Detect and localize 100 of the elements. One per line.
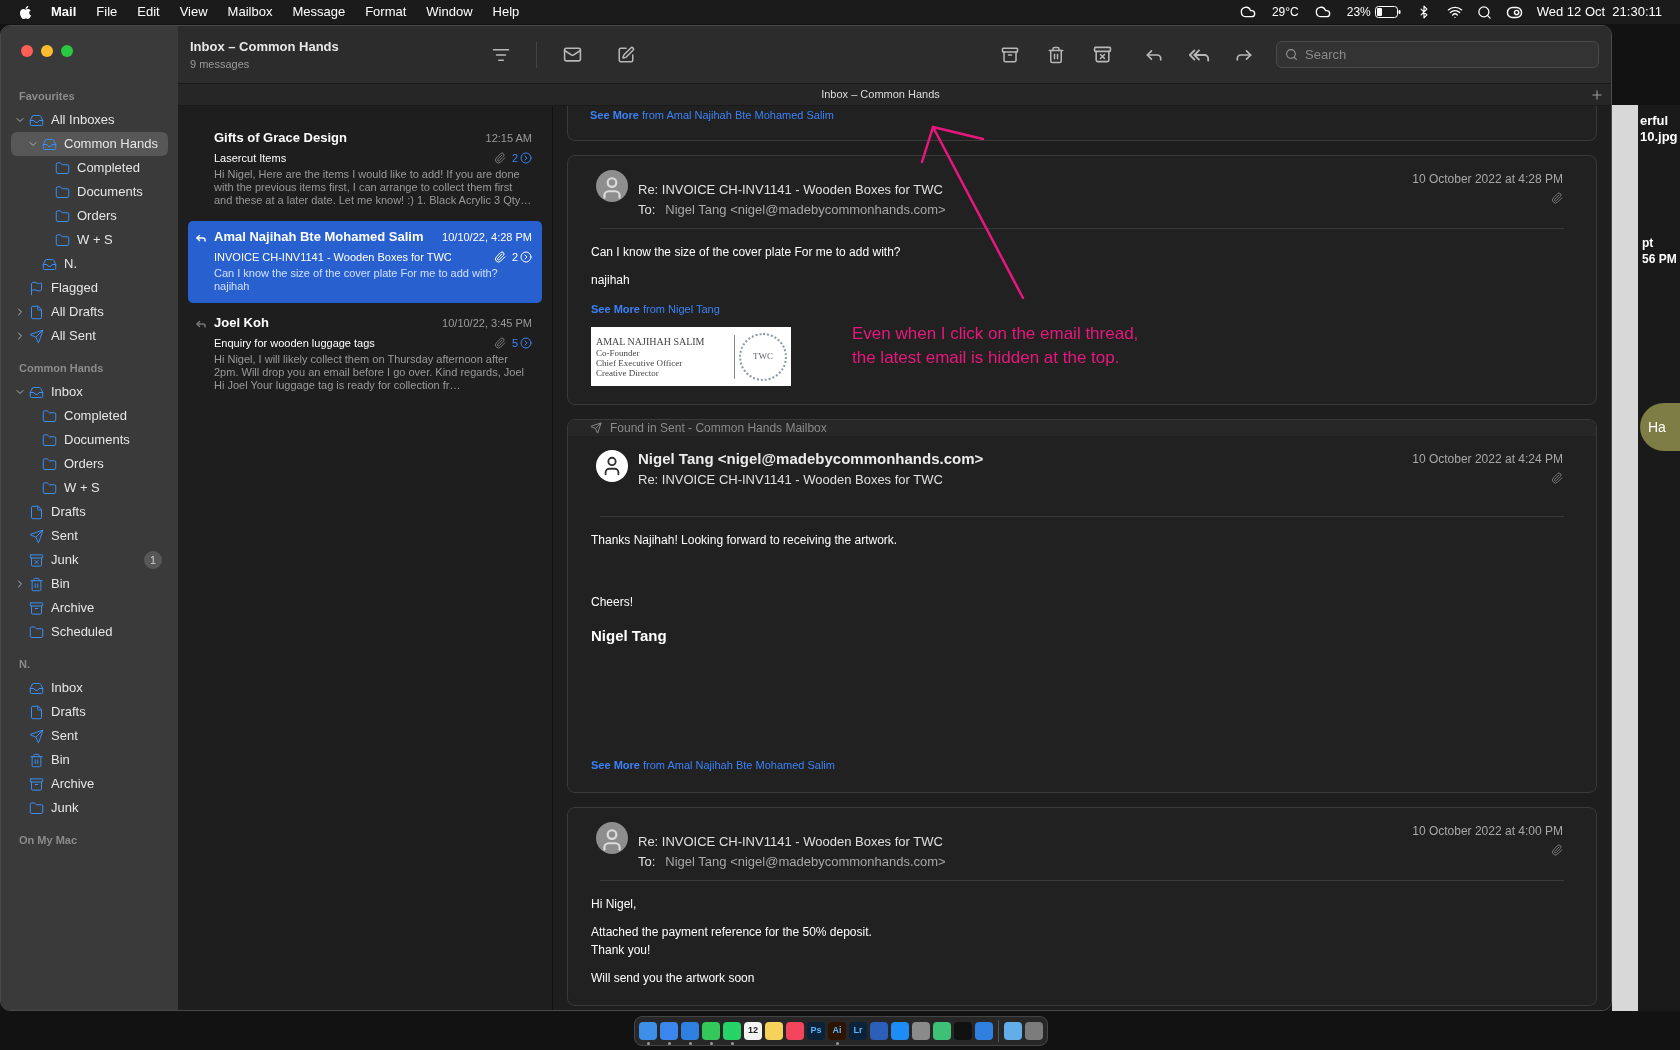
email-subject: Re: INVOICE CH-INV1141 - Wooden Boxes for TWC [638, 471, 944, 489]
junk-icon[interactable] [1093, 45, 1112, 64]
sidebar-item[interactable]: W + S [11, 228, 168, 252]
app-icon[interactable] [1025, 1022, 1043, 1040]
email-date: 10 October 2022 at 4:00 PM [1412, 822, 1563, 840]
sidebar-item[interactable]: Drafts [11, 500, 168, 524]
app-icon[interactable]: Ai [828, 1022, 846, 1040]
flag-icon [29, 280, 44, 296]
app-icon[interactable] [660, 1022, 678, 1040]
app-icon[interactable] [1004, 1022, 1022, 1040]
app-icon[interactable]: Ps [807, 1022, 825, 1040]
email-text: Can I know the size of the cover plate For me to add with? [591, 243, 902, 261]
contact-badge: Ha [1640, 403, 1680, 451]
app-icon[interactable] [912, 1022, 930, 1040]
junk-icon [29, 552, 44, 568]
wifi-icon[interactable] [1446, 4, 1463, 20]
zoom-button[interactable] [61, 45, 73, 57]
sidebar-item[interactable]: All Sent [11, 324, 168, 348]
signature-role: Co-Founder [596, 347, 641, 358]
app-icon[interactable] [975, 1022, 993, 1040]
menu-item[interactable]: Format [365, 2, 407, 22]
sidebar-item[interactable]: Archive [11, 596, 168, 620]
app-icon[interactable] [891, 1022, 909, 1040]
battery-icon[interactable] [1374, 6, 1401, 18]
sidebar-item[interactable]: Common Hands [11, 132, 168, 156]
sidebar-item[interactable]: Inbox [11, 676, 168, 700]
app-icon[interactable] [765, 1022, 783, 1040]
see-more-link[interactable]: See More from Nigel Tang [591, 300, 1573, 317]
folder-icon [55, 208, 70, 224]
envelope-icon[interactable] [563, 45, 582, 64]
sidebar-item[interactable]: All Drafts [11, 300, 168, 324]
email-date: 10 October 2022 at 4:28 PM [1412, 170, 1563, 188]
close-button[interactable] [21, 45, 33, 57]
app-icon[interactable]: Lr [849, 1022, 867, 1040]
see-more-link[interactable]: See More from Amal Najihah Bte Mohamed Salim [591, 757, 1573, 774]
see-more-link[interactable]: See More from Amal Najihah Bte Mohamed Salim [590, 107, 1574, 124]
app-icon[interactable] [723, 1022, 741, 1040]
app-icon[interactable]: 12 [744, 1022, 762, 1040]
sidebar-item[interactable]: Drafts [11, 700, 168, 724]
sidebar-item[interactable]: N. [11, 252, 168, 276]
sidebar-item[interactable]: Inbox [11, 380, 168, 404]
sidebar-item[interactable]: Archive [11, 772, 168, 796]
app-icon[interactable] [786, 1022, 804, 1040]
temperature[interactable]: 29°C [1271, 3, 1299, 21]
sidebar-item[interactable]: Documents [11, 180, 168, 204]
time-text: 56 PM [1642, 251, 1677, 267]
app-icon[interactable] [933, 1022, 951, 1040]
sidebar-item[interactable]: Bin [11, 572, 168, 596]
apple-icon[interactable] [18, 4, 33, 20]
sidebar-item[interactable]: Documents [11, 428, 168, 452]
sidebar-item[interactable]: Sent [11, 524, 168, 548]
email-date: 10 October 2022 at 4:24 PM [1412, 451, 1563, 468]
menu-item[interactable]: Edit [137, 2, 160, 22]
email-text: Attached the payment reference for the 50% deposit. Thank you! [591, 923, 873, 959]
sidebar-item[interactable]: All Inboxes [11, 108, 168, 132]
search-icon [1285, 48, 1298, 61]
sidebar-item[interactable]: Junk 1 [11, 548, 168, 572]
battery-percent[interactable]: 23% [1346, 3, 1371, 21]
folder-icon [55, 232, 70, 248]
search-field[interactable]: Search [1276, 41, 1599, 68]
sidebar-item[interactable]: Bin [11, 748, 168, 772]
sidebar-item[interactable]: Sent [11, 724, 168, 748]
email-text: Will send you the artwork soon [591, 969, 756, 987]
app-icon[interactable] [639, 1022, 657, 1040]
document-icon [29, 304, 44, 320]
menu-item[interactable]: Window [426, 2, 473, 22]
menu-item[interactable]: Message [292, 2, 346, 22]
signature-name: Nigel Tang [591, 625, 668, 646]
compose-icon[interactable] [617, 45, 635, 64]
chevron-circle-icon[interactable] [520, 336, 532, 349]
folder-icon [42, 408, 57, 424]
trash-icon[interactable] [1047, 45, 1065, 64]
avatar-icon [596, 450, 628, 482]
sidebar-item[interactable]: Completed [11, 404, 168, 428]
signature-role: Creative Director [596, 367, 660, 378]
app-icon[interactable] [681, 1022, 699, 1040]
new-tab-icon[interactable] [1590, 87, 1604, 102]
minimize-button[interactable] [41, 45, 53, 57]
menu-item[interactable]: Help [492, 2, 520, 22]
app-icon[interactable] [702, 1022, 720, 1040]
message-time: 12:15 AM [485, 131, 532, 146]
sidebar-item[interactable]: Orders [11, 204, 168, 228]
sidebar-item[interactable]: Flagged [11, 276, 168, 300]
sidebar-item[interactable]: W + S [11, 476, 168, 500]
clock[interactable]: Wed 12 Oct 21:30:11 [1536, 2, 1662, 22]
sidebar-item[interactable]: Scheduled [11, 620, 168, 644]
menu-item[interactable]: Mailbox [227, 2, 273, 22]
sidebar-item[interactable]: Orders [11, 452, 168, 476]
cloud-icon[interactable] [1239, 4, 1256, 20]
search-icon[interactable] [1476, 4, 1492, 20]
message-row[interactable]: Amal Najihah Bte Mohamed Salim 10/10/22, 4:28 PM INVOICE CH-INV1141 - Wooden Boxes for TWC 2 Can I know the size of the cover plate For me to add with? najihah [188, 221, 542, 303]
menu-item[interactable]: View [179, 2, 208, 22]
sidebar-item[interactable]: Junk [11, 796, 168, 820]
window-title: Inbox – Common Hands [190, 37, 340, 56]
cloud-icon[interactable] [1314, 4, 1331, 20]
chevron-circle-icon[interactable] [520, 151, 532, 164]
menu-item[interactable]: File [96, 2, 118, 22]
archive-icon[interactable] [1001, 45, 1019, 64]
sidebar-item[interactable]: Completed [11, 156, 168, 180]
menu-item[interactable]: Mail [51, 2, 77, 22]
